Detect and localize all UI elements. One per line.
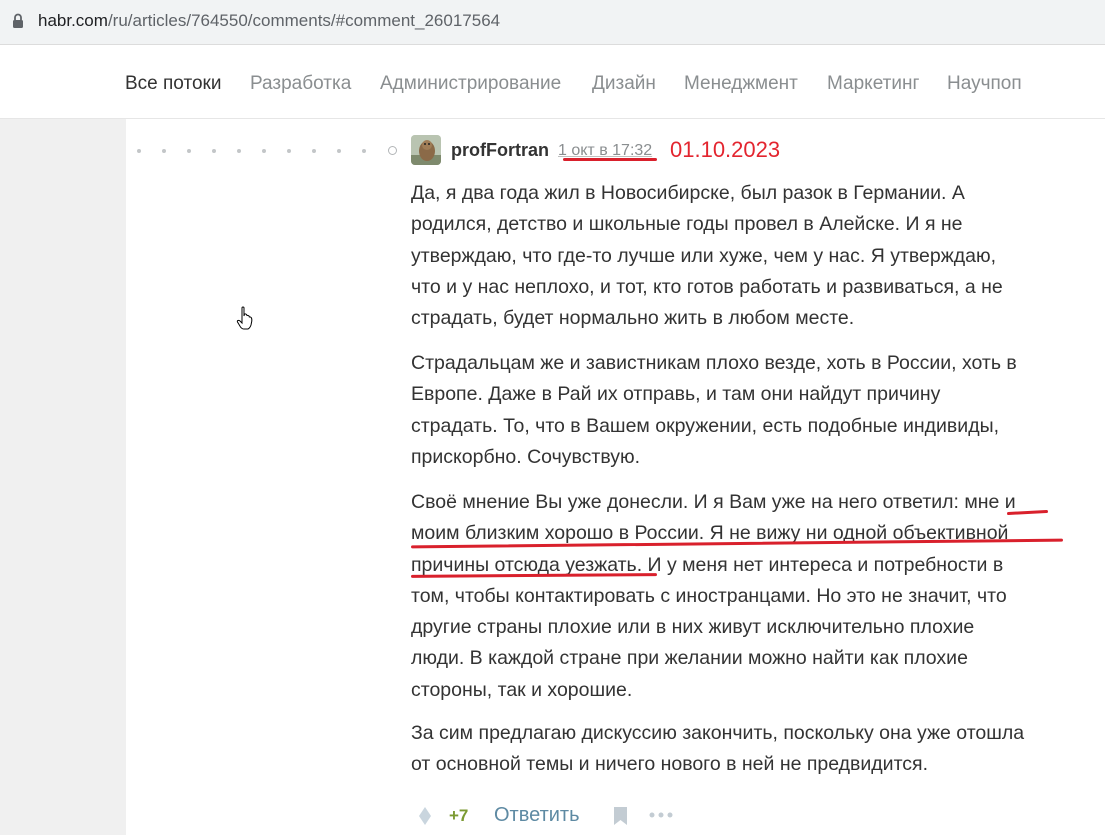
text-line: что и у нас неплохо, и тот, кто готов ра… (411, 275, 1003, 298)
text-line: Своё мнение Вы уже донесли. И я Вам уже … (411, 491, 1016, 513)
nav-item-administration[interactable]: Администрирование (380, 73, 561, 95)
text-line: Да, я два года жил в Новосибирске, был р… (411, 182, 965, 204)
thread-dot (337, 149, 341, 153)
site-nav: Все потоки Разработка Администрирование … (0, 45, 1105, 119)
thread-dot-current (388, 146, 397, 155)
url-text[interactable]: habr.com/ru/articles/764550/comments/#co… (38, 11, 500, 31)
nav-item-management[interactable]: Менеджмент (684, 73, 798, 95)
text-line: стороны, так и хорошие. (411, 678, 633, 701)
vote-diamond-icon[interactable] (418, 806, 432, 826)
comment-paragraph: Да, я два года жил в Новосибирске, был р… (411, 178, 1003, 334)
text-line: том, чтобы контактировать с иностранцами… (411, 584, 1007, 607)
comment-author[interactable]: profFortran (451, 140, 549, 161)
text-line: утверждаю, что где-то лучше или хуже, че… (411, 244, 997, 267)
bookmark-icon[interactable] (613, 806, 628, 826)
comment-score: +7 (449, 806, 469, 825)
nav-item-all-flows[interactable]: Все потоки (125, 73, 221, 95)
text-line: За сим предлагаю дискуссию закончить, по… (411, 722, 1025, 744)
thread-dot (237, 149, 241, 153)
thread-dot (137, 149, 141, 153)
thread-dot (212, 149, 216, 153)
comment-paragraph: За сим предлагаю дискуссию закончить, по… (411, 718, 1024, 781)
avatar[interactable] (411, 135, 441, 165)
thread-dot (187, 149, 191, 153)
text-line: страдать. То, что в Вашем окружении, ест… (411, 414, 999, 437)
nav-item-design[interactable]: Дизайн (592, 73, 656, 95)
annotation-date: 01.10.2023 (670, 137, 781, 162)
avatar-image-icon (411, 135, 441, 165)
browser-url-bar[interactable]: habr.com/ru/articles/764550/comments/#co… (0, 0, 1105, 45)
more-dots-icon[interactable] (649, 812, 673, 818)
text-line: Европе. Даже в Рай их отправь, и там они… (411, 383, 941, 406)
nav-item-popular-science[interactable]: Научпоп (947, 73, 1022, 95)
nav-item-development[interactable]: Разработка (250, 73, 351, 95)
comment-paragraph: Страдальцам же и завистникам плохо везде… (411, 348, 1017, 473)
hand-pointer-icon (236, 306, 253, 330)
thread-dot (362, 149, 366, 153)
text-line: люди. В каждой стране при желании можно … (411, 647, 968, 670)
thread-dot (262, 149, 266, 153)
text-line: родился, детство и школьные годы провел … (411, 213, 963, 236)
text-line: прискорбно. Сочувствую. (411, 445, 641, 468)
thread-depth-indicator[interactable] (137, 146, 407, 155)
text-line: страдать, будет нормально жить в любом м… (411, 307, 855, 330)
lock-icon (13, 13, 23, 28)
nav-item-marketing[interactable]: Маркетинг (827, 73, 919, 95)
thread-dot (287, 149, 291, 153)
text-line: другие страны плохие или в них живут иск… (411, 616, 975, 639)
thread-dot (162, 149, 166, 153)
text-line: Страдальцам же и завистникам плохо везде… (411, 352, 1017, 374)
comment-paragraph: Своё мнение Вы уже донесли. И я Вам уже … (411, 487, 1016, 706)
text-line: от основной темы и ничего нового в ней н… (411, 753, 929, 776)
reply-button[interactable]: Ответить (494, 804, 580, 827)
url-host: habr.com (38, 11, 108, 30)
url-path: /ru/articles/764550/comments/#comment_26… (107, 11, 501, 30)
annotation-underline (563, 158, 657, 161)
thread-dot (312, 149, 316, 153)
